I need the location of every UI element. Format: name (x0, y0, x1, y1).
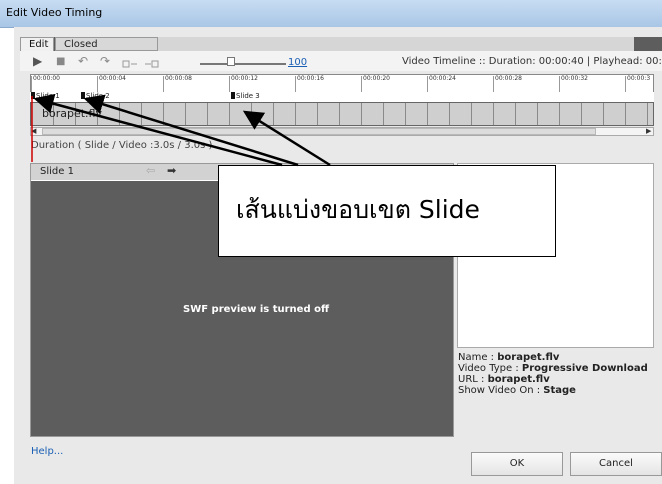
arrow-to-slide-1 (33, 93, 283, 167)
arrow-to-slide-3 (242, 110, 331, 167)
annotation-arrows (31, 93, 331, 167)
arrow-to-slide-2 (83, 94, 299, 167)
